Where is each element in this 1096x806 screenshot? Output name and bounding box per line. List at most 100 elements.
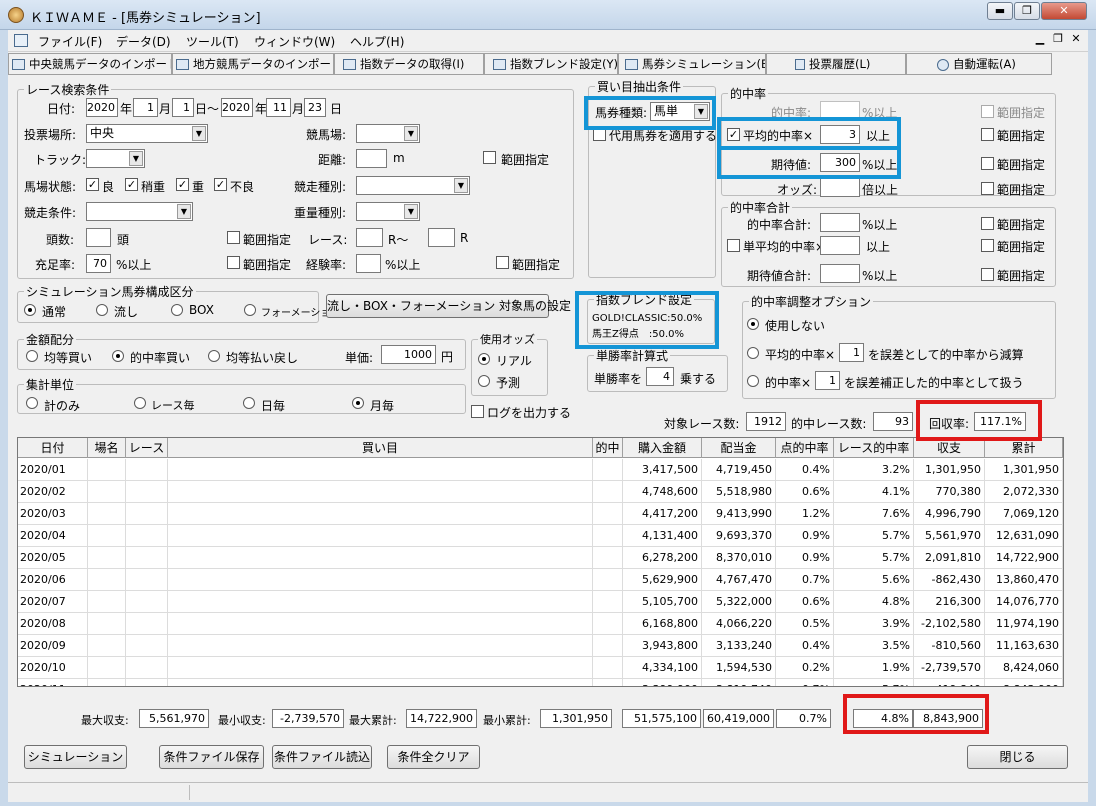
heads-range-checkbox[interactable] <box>227 231 240 244</box>
day-end-input[interactable]: 23 <box>304 98 326 117</box>
adjust-none-radio[interactable] <box>747 318 759 330</box>
single-avg-checkbox[interactable] <box>727 239 740 252</box>
odds-range-checkbox[interactable] <box>981 182 994 195</box>
month-start-input[interactable]: 1 <box>133 98 158 117</box>
load-conditions-button[interactable]: 条件ファイル読込 <box>272 745 372 769</box>
race-to-input[interactable] <box>428 228 455 247</box>
distance-range-checkbox[interactable] <box>483 151 496 164</box>
venue-select[interactable]: 中央 ▼ <box>86 124 208 143</box>
hit-sum-range-checkbox[interactable] <box>981 217 994 230</box>
odds-predict-radio[interactable] <box>478 375 490 387</box>
odds-input[interactable] <box>820 178 860 197</box>
sim-formation-radio[interactable] <box>244 304 256 316</box>
cond-good-checkbox[interactable]: ✓ <box>86 178 99 191</box>
table-row[interactable]: 2020/02 4,748,600 5,518,980 0.6% 4.1% 770,380… <box>18 481 1063 503</box>
cond-slightly-heavy-checkbox[interactable]: ✓ <box>125 178 138 191</box>
col-date[interactable]: 日付 <box>18 438 88 458</box>
col-balance[interactable]: 収支 <box>914 438 985 458</box>
race-from-input[interactable] <box>356 228 383 247</box>
table-row[interactable]: 2020/08 6,168,800 4,066,220 0.5% 3.9% -2,102,… <box>18 613 1063 635</box>
mdi-close-button[interactable]: ✕ <box>1068 32 1084 48</box>
cond-bad-checkbox[interactable]: ✓ <box>214 178 227 191</box>
col-venue[interactable]: 場名 <box>88 438 126 458</box>
import-local-button[interactable]: 地方競馬データのインポート(N) <box>172 53 334 75</box>
distance-input[interactable] <box>356 149 387 168</box>
target-horse-settings-button[interactable]: 流し・BOX・フォーメーション 対象馬の設定 <box>326 294 571 318</box>
avg-range-checkbox[interactable] <box>981 128 994 141</box>
table-row[interactable]: 2020/03 4,417,200 9,413,990 1.2% 7.6% 4,996,7… <box>18 503 1063 525</box>
simulation-button[interactable]: 馬券シミュレーション(B) <box>618 53 766 75</box>
results-table[interactable]: 日付 場名 レース 買い目 的中 購入金額 配当金 点的中率 レース的中率 収支… <box>17 437 1064 687</box>
menu-file[interactable]: ファイル(F) <box>38 33 102 50</box>
sim-normal-radio[interactable] <box>24 304 36 316</box>
heads-input[interactable] <box>86 228 111 247</box>
history-button[interactable]: 投票履歴(L) <box>766 53 906 75</box>
fill-rate-input[interactable]: 70 <box>86 254 111 273</box>
course-select[interactable]: ▼ <box>356 124 420 143</box>
agg-total-radio[interactable] <box>26 397 38 409</box>
agg-month-radio[interactable] <box>352 397 364 409</box>
sim-nagashi-radio[interactable] <box>96 304 108 316</box>
col-purchase[interactable]: 購入金額 <box>623 438 702 458</box>
track-select[interactable]: ▼ <box>86 149 145 168</box>
race-kind-select[interactable]: ▼ <box>356 176 470 195</box>
col-race[interactable]: レース <box>126 438 168 458</box>
unit-price-input[interactable]: 1000 <box>381 345 436 364</box>
odds-real-radio[interactable] <box>478 353 490 365</box>
table-row[interactable]: 2020/05 6,278,200 8,370,010 0.9% 5.7% 2,091,8… <box>18 547 1063 569</box>
import-central-button[interactable]: 中央競馬データのインポート(J) <box>8 53 172 75</box>
win-rate-power-input[interactable]: 4 <box>646 367 674 386</box>
close-button[interactable]: ✕ <box>1041 2 1087 20</box>
exp-range-checkbox[interactable] <box>981 157 994 170</box>
fetch-index-button[interactable]: 指数データの取得(I) <box>334 53 484 75</box>
save-conditions-button[interactable]: 条件ファイル保存 <box>159 745 264 769</box>
hit-rate-range-checkbox[interactable] <box>981 105 994 118</box>
experience-input[interactable] <box>356 254 381 273</box>
fill-range-checkbox[interactable] <box>227 256 240 269</box>
mdi-minimize-button[interactable]: ▁ <box>1032 32 1048 48</box>
exp-sum-input[interactable] <box>820 264 860 283</box>
close-window-button[interactable]: 閉じる <box>967 745 1068 769</box>
adjust-correct-radio[interactable] <box>747 375 759 387</box>
experience-range-checkbox[interactable] <box>496 256 509 269</box>
day-start-input[interactable]: 1 <box>172 98 194 117</box>
race-cond-select[interactable]: ▼ <box>86 202 193 221</box>
simulate-button[interactable]: シミュレーション <box>24 745 127 769</box>
auto-run-button[interactable]: 自動運転(A) <box>906 53 1052 75</box>
equal-buy-radio[interactable] <box>26 350 38 362</box>
table-row[interactable]: 2020/01 3,417,500 4,719,450 0.4% 3.2% 1,301,9… <box>18 459 1063 481</box>
table-row[interactable]: 2020/10 4,334,100 1,594,530 0.2% 1.9% -2,739,… <box>18 657 1063 679</box>
table-row[interactable]: 2020/07 5,105,700 5,322,000 0.6% 4.8% 216,300… <box>18 591 1063 613</box>
clear-conditions-button[interactable]: 条件全クリア <box>387 745 480 769</box>
table-row[interactable]: 2020/04 4,131,400 9,693,370 0.9% 5.7% 5,561,9… <box>18 525 1063 547</box>
menu-data[interactable]: データ(D) <box>116 33 171 50</box>
agg-day-radio[interactable] <box>243 397 255 409</box>
year-end-input[interactable]: 2020 <box>221 98 253 117</box>
index-blend-button[interactable]: 指数ブレンド設定(Y) <box>484 53 618 75</box>
log-output-checkbox[interactable] <box>471 405 484 418</box>
hit-sum-input[interactable] <box>820 213 860 232</box>
menu-help[interactable]: ヘルプ(H) <box>350 33 404 50</box>
mdi-restore-button[interactable]: ❐ <box>1050 32 1066 48</box>
table-row[interactable]: 2020/06 5,629,900 4,767,470 0.7% 5.6% -862,43… <box>18 569 1063 591</box>
col-race-hit-rate[interactable]: レース的中率 <box>834 438 914 458</box>
table-row[interactable]: 2020/09 3,943,800 3,133,240 0.4% 3.5% -810,56… <box>18 635 1063 657</box>
sim-box-radio[interactable] <box>171 304 183 316</box>
adjust-correct-input[interactable]: 1 <box>815 371 840 390</box>
adjust-subtract-input[interactable]: 1 <box>839 343 864 362</box>
single-avg-input[interactable] <box>820 236 860 255</box>
adjust-subtract-radio[interactable] <box>747 347 759 359</box>
weight-select[interactable]: ▼ <box>356 202 420 221</box>
col-hit[interactable]: 的中 <box>593 438 623 458</box>
minimize-button[interactable]: ▬ <box>987 2 1013 20</box>
exp-sum-range-checkbox[interactable] <box>981 268 994 281</box>
cond-heavy-checkbox[interactable]: ✓ <box>176 178 189 191</box>
col-cumulative[interactable]: 累計 <box>985 438 1063 458</box>
menu-tools[interactable]: ツール(T) <box>186 33 239 50</box>
col-payout[interactable]: 配当金 <box>702 438 776 458</box>
menu-window[interactable]: ウィンドウ(W) <box>254 33 335 50</box>
table-row[interactable]: 2020/11 3,399,9003,819,7400.7%5.7%419,840… <box>18 679 1063 686</box>
maximize-button[interactable]: ❐ <box>1014 2 1040 20</box>
equal-payout-radio[interactable] <box>208 350 220 362</box>
hitrate-buy-radio[interactable] <box>112 350 124 362</box>
